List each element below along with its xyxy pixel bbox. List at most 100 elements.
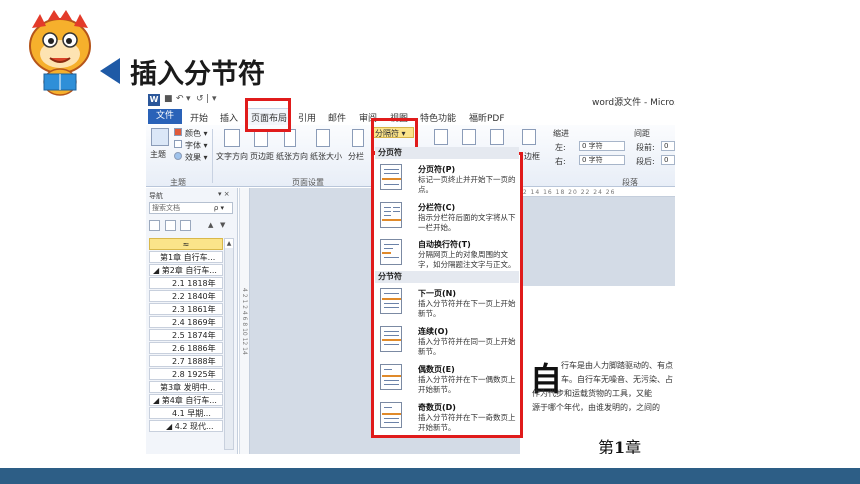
body-line-1: 行车是由人力脚踏驱动的、有点 — [561, 361, 673, 370]
horizontal-ruler[interactable]: 12 14 16 18 20 22 24 26 — [515, 188, 675, 197]
column-break-icon — [380, 202, 402, 228]
menu-item-page-break[interactable]: 分页符(P) 标记一页终止并开始下一页的点。 — [376, 160, 518, 198]
nav-item-4-1[interactable]: 4.1 早期... — [149, 407, 223, 419]
save-icon[interactable]: ■ — [164, 94, 173, 104]
menu-item-desc: 插入分节符并在下一偶数页上开始新节。 — [418, 375, 516, 394]
text-direction-button[interactable]: 文字方向 — [216, 151, 248, 162]
page-break-icon — [380, 164, 402, 190]
highlight-page-layout-tab — [245, 98, 291, 132]
paragraph-group-label: 段落 — [622, 178, 638, 187]
tab-special-features[interactable]: 特色功能 — [420, 111, 456, 124]
document-page[interactable]: 自 行车是由人力脚踏驱动的、有点 车。自行车无噪音、无污染、占 作为代步和运载货… — [520, 286, 675, 454]
tab-foxit-pdf[interactable]: 福昕PDF — [469, 111, 505, 124]
colors-icon — [174, 128, 182, 136]
menu-item-title: 下一页(N) — [418, 289, 457, 298]
tab-mailings[interactable]: 邮件 — [328, 111, 346, 124]
even-page-icon — [380, 364, 402, 390]
nav-item-2-7[interactable]: 2.7 1888年 — [149, 355, 223, 367]
menu-item-column-break[interactable]: 分栏符(C) 指示分栏符后面的文字将从下一栏开始。 — [376, 198, 518, 236]
nav-search-placeholder: 搜索文档 — [152, 204, 180, 212]
tab-home[interactable]: 开始 — [190, 111, 208, 124]
tab-insert[interactable]: 插入 — [220, 111, 238, 124]
nav-item-chapter4[interactable]: ◢ 第4章 自行车... — [149, 394, 223, 406]
theme-button[interactable]: 主题 — [150, 149, 166, 160]
undo-icon[interactable]: ↶ — [176, 94, 184, 104]
continuous-icon — [380, 326, 402, 352]
customize-qat-icon[interactable]: ▾ — [212, 94, 217, 104]
nav-heading-tree: ≈ 第1章 自行车... ◢ 第2章 自行车... 2.1 1818年 2.2 … — [149, 238, 223, 433]
nav-pane-title: 导航 — [149, 192, 163, 200]
window-title: word源文件 - Micros — [592, 98, 675, 108]
nav-item-4-2[interactable]: ◢ 4.2 现代... — [149, 420, 223, 432]
tab-file[interactable]: 文件 — [148, 109, 182, 124]
word-app-icon: W — [148, 94, 160, 106]
nav-item-2-4[interactable]: 2.4 1869年 — [149, 316, 223, 328]
menu-section-section-breaks: 分节符 — [375, 271, 519, 283]
nav-scroll-up-icon[interactable]: ▲ — [225, 239, 233, 248]
indent-heading: 缩进 — [553, 129, 569, 138]
chapter-prefix: 第 — [598, 438, 615, 454]
menu-item-desc: 标记一页终止并开始下一页的点。 — [418, 175, 516, 194]
size-button[interactable]: 纸张大小 — [310, 151, 342, 162]
results-view-icon[interactable] — [180, 220, 192, 231]
effects-button[interactable]: 效果 ▾ — [185, 152, 208, 163]
nav-item-2-2[interactable]: 2.2 1840年 — [149, 290, 223, 302]
pages-view-icon[interactable] — [164, 220, 176, 231]
nav-down-arrow-icon[interactable]: ▼ — [220, 221, 225, 229]
nav-item-chapter1[interactable]: 第1章 自行车... — [149, 251, 223, 263]
quick-access-toolbar: W ■ ↶ ▾ ↺ | ▾ word源文件 - Micros — [146, 92, 675, 108]
spacing-after-input[interactable]: 0 — [661, 155, 675, 165]
nav-close-icon[interactable]: ▾ × — [218, 190, 230, 198]
menu-item-title: 分页符(P) — [418, 165, 456, 174]
nav-item-2-1[interactable]: 2.1 1818年 — [149, 277, 223, 289]
breaks-dropdown-menu: 分页符 分页符(P) 标记一页终止并开始下一页的点。 分栏符(C) 指示分栏符后… — [371, 147, 523, 438]
vertical-ruler-ticks: 4 2 1 2 4 6 8 10 12 14 — [241, 288, 248, 355]
menu-item-title: 分栏符(C) — [418, 203, 456, 212]
page-border-button[interactable]: 边框 — [524, 151, 540, 162]
menu-item-desc: 指示分栏符后面的文字将从下一栏开始。 — [418, 213, 516, 232]
title-bullet-triangle — [100, 58, 120, 84]
navigation-pane: 导航 ▾ × 搜索文档 ρ ▾ ▲ ▼ ≈ 第1章 自行车... ◢ 第2章 自… — [146, 188, 238, 454]
nav-scrollbar[interactable]: ▲ — [224, 238, 234, 450]
page-color-icon — [462, 129, 476, 145]
page-border-icon — [490, 129, 504, 145]
nav-item-selected[interactable]: ≈ — [149, 238, 223, 250]
vertical-ruler[interactable]: 4 2 1 2 4 6 8 10 12 14 — [240, 188, 250, 454]
nav-item-2-6[interactable]: 2.6 1886年 — [149, 342, 223, 354]
spacing-before-input[interactable]: 0 — [661, 141, 675, 151]
nav-item-2-5[interactable]: 2.5 1874年 — [149, 329, 223, 341]
menu-item-next-page[interactable]: 下一页(N) 插入分节符并在下一页上开始新节。 — [376, 284, 518, 322]
nav-item-2-3[interactable]: 2.3 1861年 — [149, 303, 223, 315]
colors-button[interactable]: 颜色 ▾ — [185, 128, 208, 139]
menu-item-title: 自动换行符(T) — [418, 240, 471, 249]
nav-item-2-8[interactable]: 2.8 1925年 — [149, 368, 223, 380]
spacing-after-label: 段后: — [636, 157, 655, 166]
theme-group-label: 主题 — [170, 178, 186, 187]
menu-item-odd-page[interactable]: 奇数页(D) 插入分节符并在下一奇数页上开始新节。 — [376, 398, 518, 436]
search-icon[interactable]: ρ ▾ — [214, 203, 224, 213]
undo-dropdown-icon[interactable]: ▾ — [186, 94, 191, 104]
columns-button[interactable]: 分栏 — [348, 151, 364, 162]
page-setup-group-label: 页面设置 — [292, 178, 324, 187]
nav-search-input[interactable]: 搜索文档 ρ ▾ — [149, 202, 233, 214]
tab-references[interactable]: 引用 — [298, 111, 316, 124]
chapter-number: 1 — [614, 438, 626, 454]
menu-item-continuous[interactable]: 连续(O) 插入分节符并在同一页上开始新节。 — [376, 322, 518, 360]
nav-item-chapter3[interactable]: 第3章 发明中... — [149, 381, 223, 393]
nav-item-chapter2[interactable]: ◢ 第2章 自行车... — [149, 264, 223, 276]
indent-left-input[interactable]: 0 字符 — [579, 141, 625, 151]
redo-icon[interactable]: ↺ — [196, 94, 204, 104]
margins-button[interactable]: 页边距 — [250, 151, 274, 162]
fonts-icon — [174, 140, 182, 148]
nav-up-arrow-icon[interactable]: ▲ — [208, 221, 213, 229]
menu-item-even-page[interactable]: 偶数页(E) 插入分节符并在下一偶数页上开始新节。 — [376, 360, 518, 398]
indent-right-input[interactable]: 0 字符 — [579, 155, 625, 165]
menu-item-title: 奇数页(D) — [418, 403, 456, 412]
fonts-button[interactable]: 字体 ▾ — [185, 140, 208, 151]
qat-separator: | — [206, 94, 210, 104]
headings-view-icon[interactable] — [149, 220, 160, 231]
spacing-before-label: 段前: — [636, 143, 655, 152]
orientation-button[interactable]: 纸张方向 — [276, 151, 308, 162]
theme-icon[interactable] — [151, 128, 169, 146]
menu-item-desc: 插入分节符并在下一奇数页上开始新节。 — [418, 413, 516, 432]
